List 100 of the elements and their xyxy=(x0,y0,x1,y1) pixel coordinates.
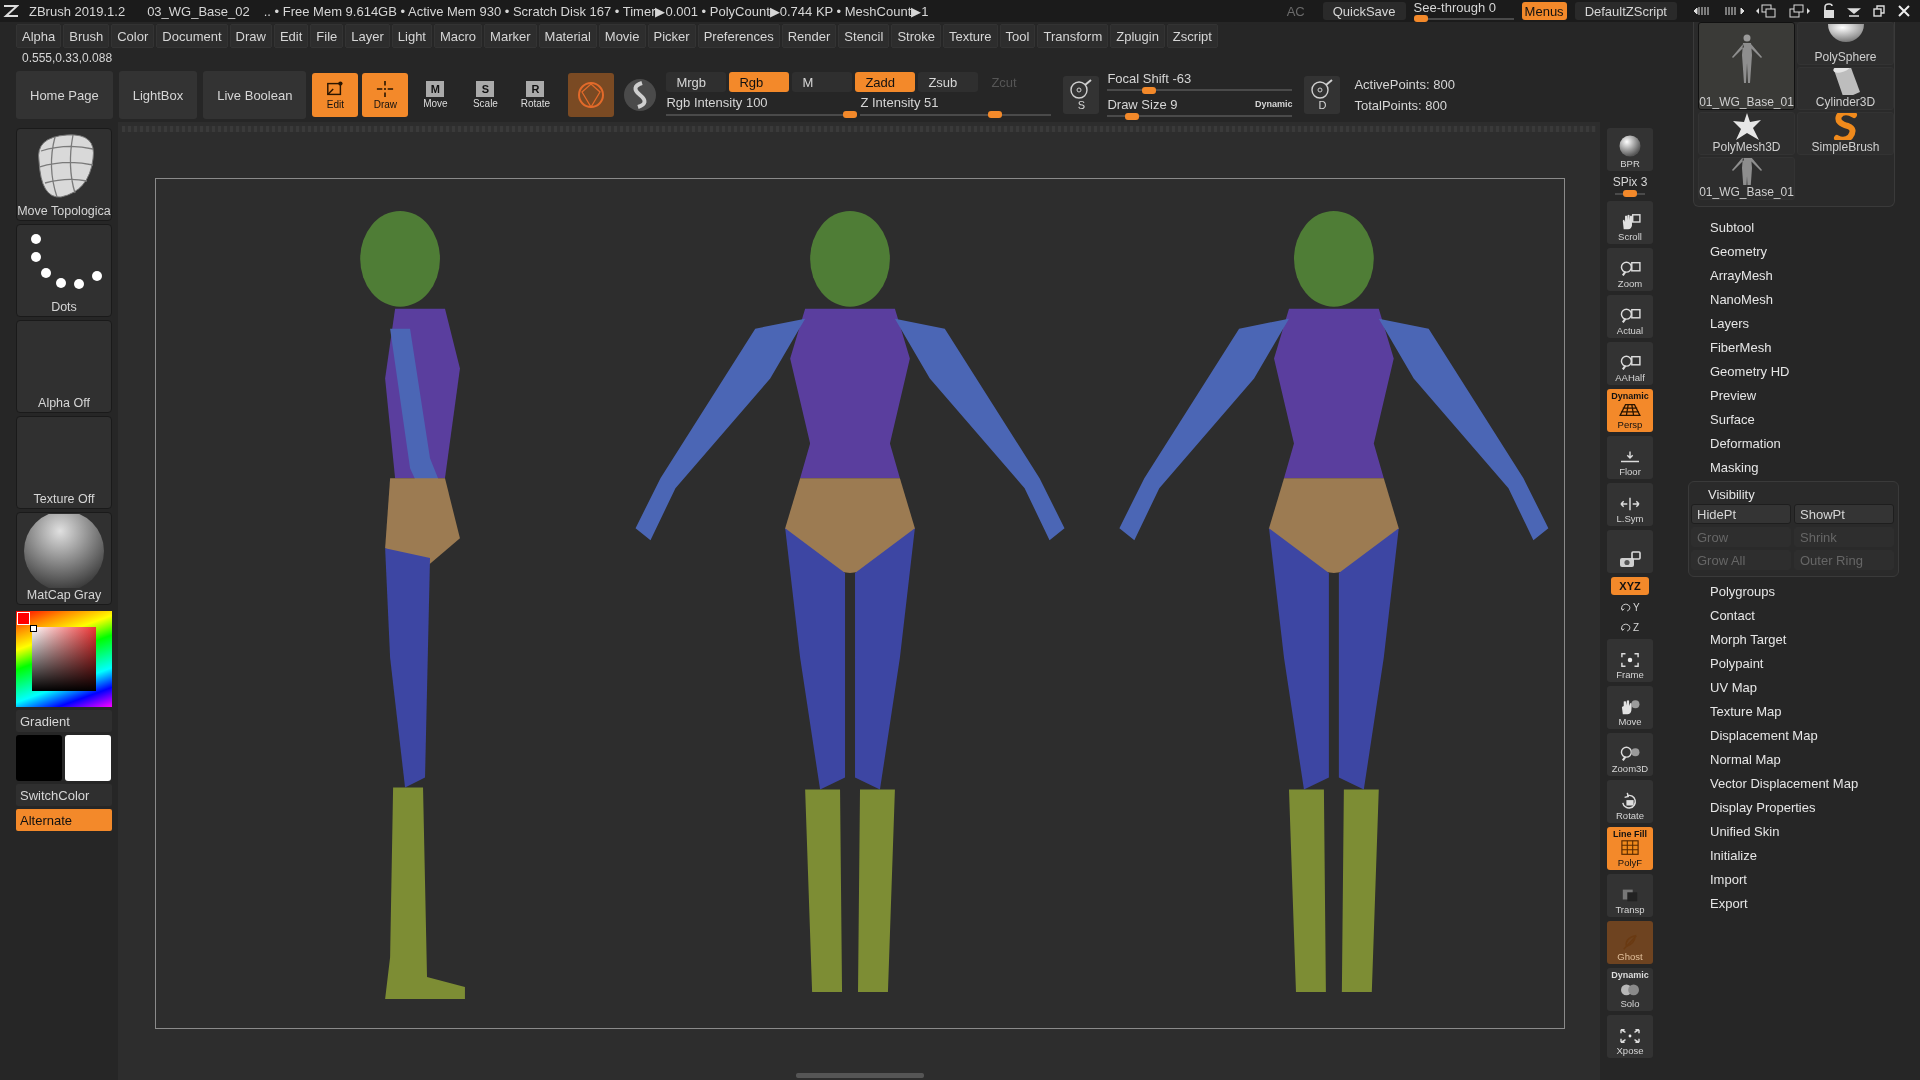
menu-section[interactable]: Visibility xyxy=(1691,484,1755,504)
paint-mode-toggle[interactable]: M xyxy=(792,72,853,92)
tool-thumbnail[interactable]: Cylinder3D xyxy=(1797,67,1894,110)
visibility-button[interactable]: ShowPt xyxy=(1794,504,1894,524)
view-button[interactable]: Line Fill PolyF xyxy=(1607,827,1653,870)
menu-section[interactable]: FiberMesh xyxy=(1693,335,1895,359)
menu-section[interactable]: Preview xyxy=(1693,383,1895,407)
axis-toggle[interactable]: Z xyxy=(1619,619,1640,635)
paint-mode-toggle[interactable]: Zsub xyxy=(918,72,979,92)
menu-item[interactable]: Material xyxy=(538,24,597,48)
menu-section[interactable]: ArrayMesh xyxy=(1693,263,1895,287)
close-icon[interactable] xyxy=(1896,3,1912,19)
shelf-button[interactable]: Home Page xyxy=(16,71,113,119)
slider-track[interactable] xyxy=(666,111,858,118)
menu-item[interactable]: Movie xyxy=(598,24,646,48)
slider-thumb[interactable] xyxy=(987,111,1002,118)
transform-mode-button[interactable]: M Move xyxy=(412,73,459,117)
shelf-button[interactable]: Live Boolean xyxy=(203,71,307,119)
menu-section[interactable]: Texture Map xyxy=(1693,699,1895,723)
tool-thumbnail[interactable]: PolyMesh3D xyxy=(1698,112,1795,155)
slider-thumb[interactable] xyxy=(1623,190,1637,197)
menu-section[interactable]: Displacement Map xyxy=(1693,723,1895,747)
menu-item[interactable]: Edit xyxy=(273,24,309,48)
paint-mode-toggle[interactable]: Mrgb xyxy=(666,72,727,92)
paint-mode-toggle[interactable]: Rgb xyxy=(729,72,790,92)
windows-icon[interactable] xyxy=(1788,3,1812,19)
thumbnail-button[interactable]: MatCap Gray xyxy=(16,512,112,605)
brush-toggle-button[interactable]: D xyxy=(1304,76,1341,114)
slider-thumb[interactable] xyxy=(1413,15,1428,22)
shelf-button[interactable]: LightBox xyxy=(118,71,198,119)
menu-section[interactable]: Display Properties xyxy=(1693,795,1895,819)
dynamic-label[interactable]: Dynamic xyxy=(1254,99,1293,109)
saturation-square[interactable] xyxy=(32,627,96,691)
color-picker[interactable] xyxy=(16,611,112,707)
menu-section[interactable]: Initialize xyxy=(1693,843,1895,867)
menus-button[interactable]: Menus xyxy=(1521,2,1567,20)
view-button[interactable]: Move xyxy=(1607,686,1653,729)
camera-lock-button[interactable] xyxy=(1607,530,1653,573)
view-button[interactable]: AAHalf xyxy=(1607,342,1653,385)
view-button[interactable]: Zoom3D xyxy=(1607,733,1653,776)
menu-item[interactable]: Stroke xyxy=(891,24,941,48)
slider-thumb[interactable] xyxy=(1124,112,1139,120)
menu-item[interactable]: Marker xyxy=(484,24,537,48)
menu-item[interactable]: Picker xyxy=(647,24,696,48)
main-color-swatch[interactable] xyxy=(16,735,62,781)
xyz-toggle[interactable]: XYZ xyxy=(1611,577,1649,595)
thumbnail-button[interactable]: Move Topologica xyxy=(16,128,112,221)
view-button[interactable]: BPR xyxy=(1607,128,1653,171)
secondary-color-swatch[interactable] xyxy=(65,735,111,781)
view-button[interactable]: Scroll xyxy=(1607,201,1653,244)
menu-section[interactable]: Contact xyxy=(1693,603,1895,627)
menu-section[interactable]: Geometry xyxy=(1693,239,1895,263)
view-button[interactable]: L.Sym xyxy=(1607,483,1653,526)
script-button[interactable]: DefaultZScript xyxy=(1574,2,1677,20)
menu-section[interactable]: Deformation xyxy=(1693,431,1895,455)
tool-thumbnail[interactable]: 01_WG_Base_01 xyxy=(1698,22,1795,110)
menu-section[interactable]: Geometry HD xyxy=(1693,359,1895,383)
slider-track[interactable] xyxy=(860,111,1052,118)
view-button[interactable]: Zoom xyxy=(1607,248,1653,291)
switch-color-button[interactable]: SwitchColor xyxy=(16,784,112,806)
menu-item[interactable]: Document xyxy=(156,24,228,48)
axis-toggle[interactable]: Y xyxy=(1619,599,1640,615)
restore-icon[interactable] xyxy=(1871,3,1887,19)
menu-item[interactable]: Transform xyxy=(1037,24,1109,48)
transform-mode-button[interactable]: Draw xyxy=(362,73,409,117)
material-swatch[interactable] xyxy=(568,73,615,117)
menu-item[interactable]: File xyxy=(310,24,344,48)
menu-item[interactable]: Color xyxy=(111,24,155,48)
menu-item[interactable]: Render xyxy=(781,24,837,48)
gradient-button[interactable]: Gradient xyxy=(16,710,112,732)
menu-item[interactable]: Layer xyxy=(345,24,390,48)
menu-item[interactable]: Draw xyxy=(229,24,272,48)
tool-thumbnail[interactable]: PolySphere xyxy=(1797,22,1894,65)
color-marker[interactable] xyxy=(30,625,37,632)
view-button[interactable]: Dynamic Persp xyxy=(1607,389,1653,432)
menu-section[interactable]: Polypaint xyxy=(1693,651,1895,675)
slider-thumb[interactable] xyxy=(1141,86,1156,94)
view-button[interactable]: Transp xyxy=(1607,874,1653,917)
menu-item[interactable]: Stencil xyxy=(838,24,890,48)
stripes-icon[interactable] xyxy=(1724,5,1746,17)
alternate-button[interactable]: Alternate xyxy=(16,809,112,831)
view-button[interactable]: Dynamic Solo xyxy=(1607,968,1653,1011)
menu-item[interactable]: Light xyxy=(391,24,432,48)
slider-thumb[interactable] xyxy=(843,111,858,118)
thumbnail-button[interactable]: Alpha Off xyxy=(16,320,112,413)
lock-icon[interactable] xyxy=(1821,3,1837,19)
menu-section[interactable]: Masking xyxy=(1693,455,1895,479)
paint-mode-toggle[interactable]: Zadd xyxy=(855,72,916,92)
menu-section[interactable]: Morph Target xyxy=(1693,627,1895,651)
view-button[interactable]: Rotate xyxy=(1607,780,1653,823)
transform-mode-button[interactable]: S Scale xyxy=(462,73,509,117)
quicksave-button[interactable]: QuickSave xyxy=(1322,2,1406,20)
menu-section[interactable]: UV Map xyxy=(1693,675,1895,699)
menu-section[interactable]: Normal Map xyxy=(1693,747,1895,771)
view-button[interactable]: Floor xyxy=(1607,436,1653,479)
menu-item[interactable]: Texture xyxy=(942,24,998,48)
menu-section[interactable]: Layers xyxy=(1693,311,1895,335)
view-button[interactable]: Xpose xyxy=(1607,1015,1653,1058)
menu-section[interactable]: Vector Displacement Map xyxy=(1693,771,1895,795)
shaded-sphere-icon[interactable] xyxy=(622,77,659,113)
